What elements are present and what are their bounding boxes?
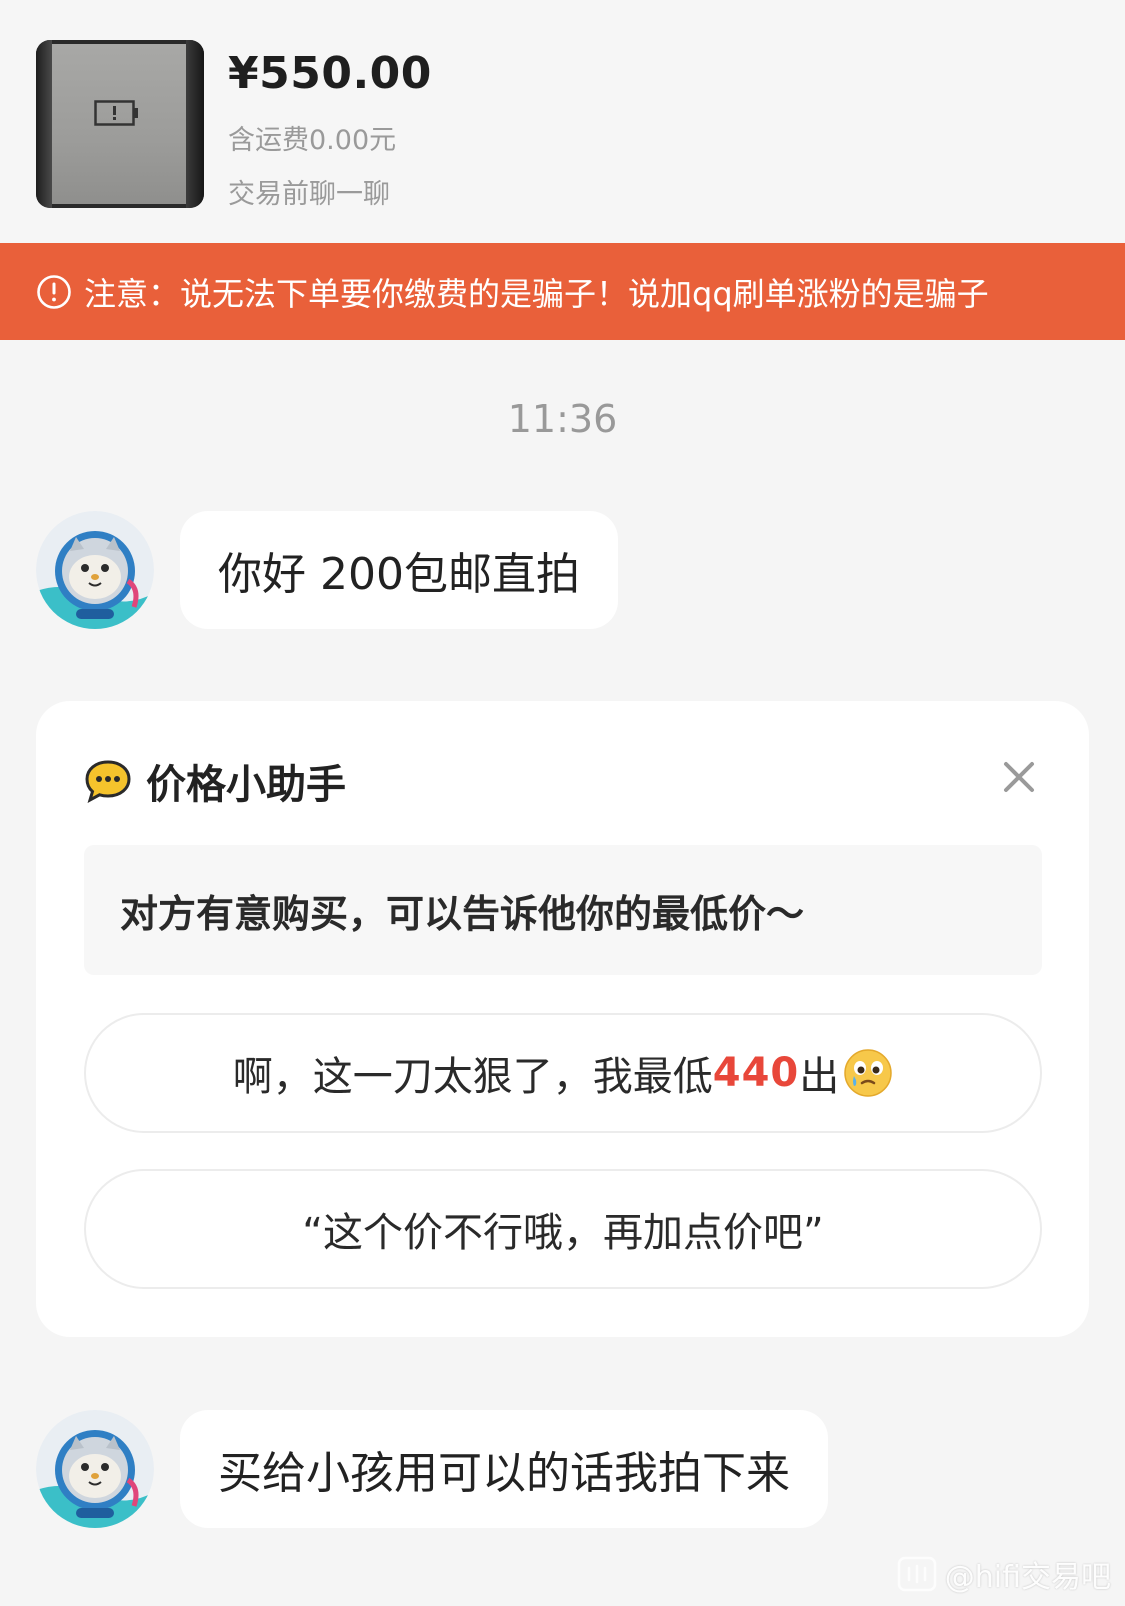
thumbnail-edge-left (36, 40, 52, 208)
card-header: 价格小助手 (84, 756, 346, 808)
thumbnail-edge-right (186, 40, 204, 208)
message-text: 买给小孩用可以的话我拍下来 (218, 1448, 790, 1499)
card-title: 价格小助手 (146, 762, 346, 808)
quick-reply-option-2[interactable]: “这个价不行哦，再加点价吧” (84, 1169, 1042, 1289)
forum-logo-icon (897, 1556, 936, 1592)
message-bubble[interactable]: 买给小孩用可以的话我拍下来 (180, 1410, 828, 1528)
cat-astronaut-avatar-icon (36, 511, 154, 629)
crying-face-emoji-icon (844, 1049, 892, 1097)
cat-astronaut-avatar-icon (36, 1410, 154, 1528)
warning-text: 注意：说无法下单要你缴费的是骗子！说加qq刷单涨粉的是骗子 (84, 274, 989, 313)
shipping-fee: 含运费0.00元 (228, 125, 397, 156)
chat-note: 交易前聊一聊 (228, 179, 390, 210)
product-header[interactable]: ¥550.00 含运费0.00元 交易前聊一聊 (0, 0, 1125, 243)
option-1-price: 440 (712, 1050, 800, 1096)
watermark: @hifi交易吧 (897, 1552, 1111, 1596)
quick-reply-option-1[interactable]: 啊，这一刀太狠了，我最低 440 出 (84, 1013, 1042, 1133)
avatar[interactable] (36, 1410, 154, 1528)
option-2-text: “这个价不行哦，再加点价吧” (302, 1210, 824, 1256)
option-1-prefix: 啊，这一刀太狠了，我最低 (232, 1054, 713, 1100)
speech-bubble-icon (85, 760, 131, 803)
helper-tip: 对方有意购买，可以告诉他你的最低价～ (84, 845, 1042, 975)
message-timestamp: 11:36 (507, 397, 618, 441)
watermark-text: @hifi交易吧 (944, 1560, 1111, 1595)
message-bubble[interactable]: 你好 200包邮直拍 (180, 511, 618, 629)
avatar[interactable] (36, 511, 154, 629)
scam-warning-banner: 注意：说无法下单要你缴费的是骗子！说加qq刷单涨粉的是骗子 (0, 243, 1125, 340)
price-helper-card: 价格小助手 对方有意购买，可以告诉他你的最低价～ 啊，这一刀太狠了，我最低 440… (36, 701, 1089, 1337)
close-icon[interactable] (1001, 759, 1037, 795)
product-price: ¥550.00 (228, 48, 432, 99)
message-text: 你好 200包邮直拍 (218, 549, 580, 600)
product-thumbnail[interactable] (36, 40, 204, 208)
exclamation-circle-icon (37, 274, 71, 309)
battery-warning-icon (94, 100, 138, 126)
option-1-suffix: 出 (799, 1054, 840, 1100)
